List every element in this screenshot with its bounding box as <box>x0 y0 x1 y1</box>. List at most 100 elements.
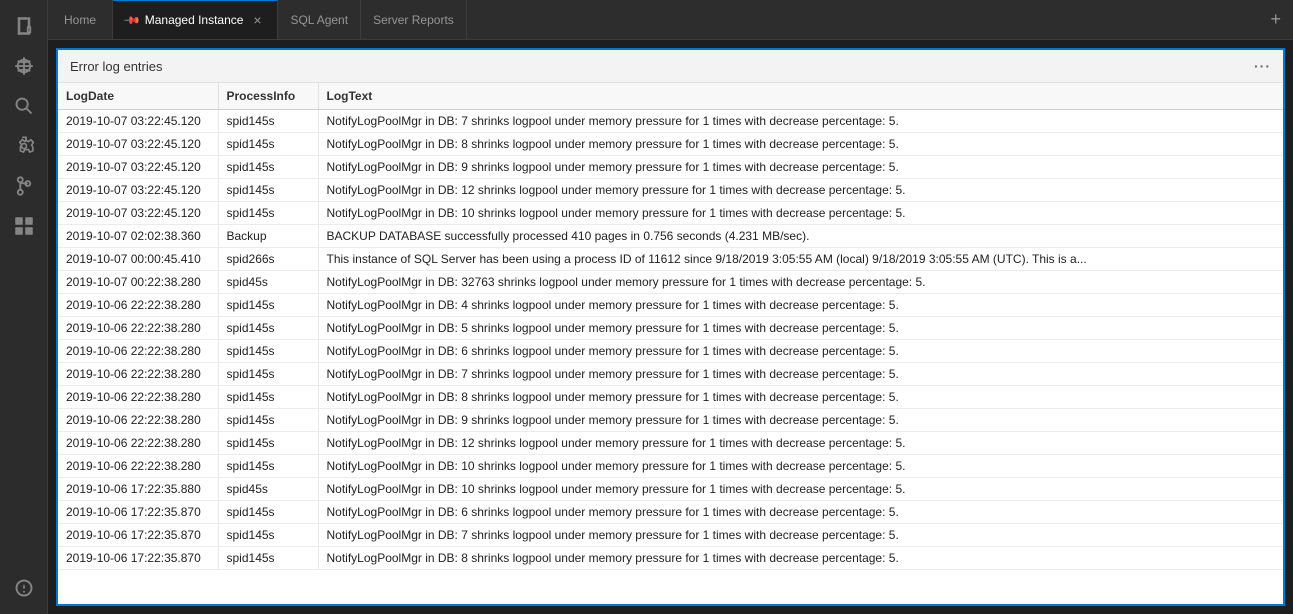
cell-processinfo: spid145s <box>218 386 318 409</box>
tab-server-reports-label: Server Reports <box>373 13 454 27</box>
cell-processinfo: spid145s <box>218 340 318 363</box>
cell-logdate: 2019-10-07 02:02:38.360 <box>58 225 218 248</box>
search-icon[interactable] <box>6 88 42 124</box>
table-row: 2019-10-07 00:22:38.280spid45sNotifyLogP… <box>58 271 1283 294</box>
error-log-header: Error log entries ··· <box>58 50 1283 83</box>
col-header-processinfo: ProcessInfo <box>218 83 318 110</box>
cell-logdate: 2019-10-06 22:22:38.280 <box>58 340 218 363</box>
feedback-icon[interactable] <box>6 570 42 606</box>
table-row: 2019-10-06 22:22:38.280spid145sNotifyLog… <box>58 386 1283 409</box>
cell-logdate: 2019-10-07 03:22:45.120 <box>58 202 218 225</box>
table-row: 2019-10-07 03:22:45.120spid145sNotifyLog… <box>58 156 1283 179</box>
cell-processinfo: spid145s <box>218 524 318 547</box>
tab-bar: Home 📌 Managed Instance × SQL Agent Serv… <box>48 0 1293 40</box>
cell-logtext: NotifyLogPoolMgr in DB: 12 shrinks logpo… <box>318 179 1283 202</box>
cell-processinfo: spid45s <box>218 478 318 501</box>
cell-logdate: 2019-10-06 22:22:38.280 <box>58 317 218 340</box>
tab-sql-agent[interactable]: SQL Agent <box>278 0 361 39</box>
table-row: 2019-10-06 22:22:38.280spid145sNotifyLog… <box>58 455 1283 478</box>
cell-processinfo: spid145s <box>218 294 318 317</box>
cell-logdate: 2019-10-06 22:22:38.280 <box>58 432 218 455</box>
error-log-title: Error log entries <box>70 59 162 74</box>
cell-logdate: 2019-10-06 17:22:35.870 <box>58 524 218 547</box>
cell-processinfo: spid145s <box>218 317 318 340</box>
cell-logdate: 2019-10-06 22:22:38.280 <box>58 363 218 386</box>
main-area: Home 📌 Managed Instance × SQL Agent Serv… <box>48 0 1293 614</box>
cell-logtext: NotifyLogPoolMgr in DB: 8 shrinks logpoo… <box>318 547 1283 570</box>
cell-logtext: NotifyLogPoolMgr in DB: 4 shrinks logpoo… <box>318 294 1283 317</box>
cell-logtext: NotifyLogPoolMgr in DB: 12 shrinks logpo… <box>318 432 1283 455</box>
cell-processinfo: spid266s <box>218 248 318 271</box>
table-row: 2019-10-06 22:22:38.280spid145sNotifyLog… <box>58 340 1283 363</box>
cell-processinfo: spid145s <box>218 455 318 478</box>
cell-logtext: NotifyLogPoolMgr in DB: 32763 shrinks lo… <box>318 271 1283 294</box>
col-header-logtext: LogText <box>318 83 1283 110</box>
activity-bar <box>0 0 48 614</box>
cell-logtext: NotifyLogPoolMgr in DB: 7 shrinks logpoo… <box>318 363 1283 386</box>
cell-logtext: NotifyLogPoolMgr in DB: 5 shrinks logpoo… <box>318 317 1283 340</box>
cell-processinfo: spid145s <box>218 501 318 524</box>
cell-logdate: 2019-10-06 22:22:38.280 <box>58 386 218 409</box>
cell-processinfo: spid145s <box>218 202 318 225</box>
add-tab-button[interactable]: + <box>1258 0 1293 39</box>
cell-processinfo: spid145s <box>218 133 318 156</box>
tab-home-label: Home <box>64 13 96 27</box>
tab-home[interactable]: Home <box>48 0 113 39</box>
files-icon[interactable] <box>6 8 42 44</box>
cell-processinfo: spid145s <box>218 179 318 202</box>
log-table-wrapper[interactable]: LogDate ProcessInfo LogText 2019-10-07 0… <box>58 83 1283 604</box>
cell-processinfo: spid145s <box>218 432 318 455</box>
cell-logdate: 2019-10-06 17:22:35.870 <box>58 501 218 524</box>
table-row: 2019-10-06 22:22:38.280spid145sNotifyLog… <box>58 363 1283 386</box>
cell-logdate: 2019-10-07 03:22:45.120 <box>58 133 218 156</box>
table-header-row: LogDate ProcessInfo LogText <box>58 83 1283 110</box>
cell-logdate: 2019-10-06 22:22:38.280 <box>58 294 218 317</box>
table-row: 2019-10-06 22:22:38.280spid145sNotifyLog… <box>58 432 1283 455</box>
cell-logtext: NotifyLogPoolMgr in DB: 10 shrinks logpo… <box>318 202 1283 225</box>
cell-processinfo: spid145s <box>218 547 318 570</box>
cell-logtext: NotifyLogPoolMgr in DB: 6 shrinks logpoo… <box>318 340 1283 363</box>
table-row: 2019-10-06 22:22:38.280spid145sNotifyLog… <box>58 409 1283 432</box>
table-row: 2019-10-06 17:22:35.880spid45sNotifyLogP… <box>58 478 1283 501</box>
error-log-menu-button[interactable]: ··· <box>1254 58 1271 74</box>
git-icon[interactable] <box>6 168 42 204</box>
cell-logdate: 2019-10-06 17:22:35.880 <box>58 478 218 501</box>
cell-logdate: 2019-10-07 03:22:45.120 <box>58 156 218 179</box>
log-table-body: 2019-10-07 03:22:45.120spid145sNotifyLog… <box>58 110 1283 570</box>
tab-server-reports[interactable]: Server Reports <box>361 0 467 39</box>
dashboard-icon[interactable] <box>6 208 42 244</box>
cell-logtext: NotifyLogPoolMgr in DB: 8 shrinks logpoo… <box>318 386 1283 409</box>
cell-logtext: NotifyLogPoolMgr in DB: 7 shrinks logpoo… <box>318 110 1283 133</box>
cell-logdate: 2019-10-07 03:22:45.120 <box>58 110 218 133</box>
table-row: 2019-10-07 03:22:45.120spid145sNotifyLog… <box>58 110 1283 133</box>
tab-managed-instance-close[interactable]: × <box>249 12 265 28</box>
cell-logtext: This instance of SQL Server has been usi… <box>318 248 1283 271</box>
cell-logtext: NotifyLogPoolMgr in DB: 9 shrinks logpoo… <box>318 409 1283 432</box>
table-row: 2019-10-07 03:22:45.120spid145sNotifyLog… <box>58 202 1283 225</box>
table-row: 2019-10-06 17:22:35.870spid145sNotifyLog… <box>58 524 1283 547</box>
cell-logdate: 2019-10-07 03:22:45.120 <box>58 179 218 202</box>
table-row: 2019-10-06 17:22:35.870spid145sNotifyLog… <box>58 547 1283 570</box>
table-row: 2019-10-06 22:22:38.280spid145sNotifyLog… <box>58 294 1283 317</box>
cell-processinfo: spid145s <box>218 156 318 179</box>
table-row: 2019-10-07 02:02:38.360BackupBACKUP DATA… <box>58 225 1283 248</box>
cell-logdate: 2019-10-06 22:22:38.280 <box>58 455 218 478</box>
cell-processinfo: spid45s <box>218 271 318 294</box>
cell-processinfo: spid145s <box>218 363 318 386</box>
table-row: 2019-10-07 00:00:45.410spid266sThis inst… <box>58 248 1283 271</box>
table-row: 2019-10-06 22:22:38.280spid145sNotifyLog… <box>58 317 1283 340</box>
connections-icon[interactable] <box>6 48 42 84</box>
cell-logtext: BACKUP DATABASE successfully processed 4… <box>318 225 1283 248</box>
cell-processinfo: spid145s <box>218 110 318 133</box>
table-row: 2019-10-07 03:22:45.120spid145sNotifyLog… <box>58 133 1283 156</box>
col-header-logdate: LogDate <box>58 83 218 110</box>
pin-icon: 📌 <box>122 11 141 30</box>
table-row: 2019-10-06 17:22:35.870spid145sNotifyLog… <box>58 501 1283 524</box>
tab-managed-instance-label: Managed Instance <box>145 13 244 27</box>
cell-logtext: NotifyLogPoolMgr in DB: 10 shrinks logpo… <box>318 455 1283 478</box>
content-panel: Error log entries ··· LogDate ProcessInf… <box>48 40 1293 614</box>
tab-managed-instance[interactable]: 📌 Managed Instance × <box>113 0 278 39</box>
cell-logtext: NotifyLogPoolMgr in DB: 9 shrinks logpoo… <box>318 156 1283 179</box>
log-table: LogDate ProcessInfo LogText 2019-10-07 0… <box>58 83 1283 570</box>
extensions-icon[interactable] <box>6 128 42 164</box>
